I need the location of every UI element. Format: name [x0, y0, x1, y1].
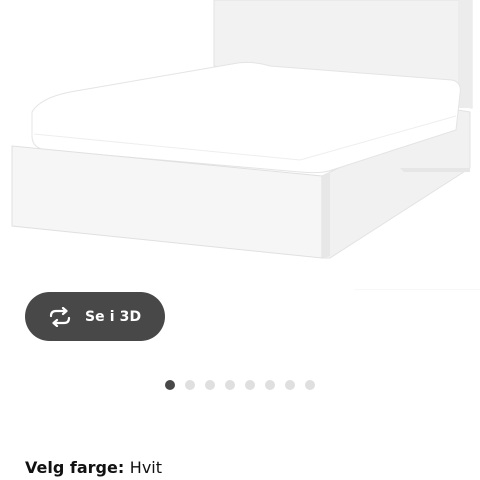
color-value: Hvit — [129, 458, 163, 477]
carousel-dot-7[interactable] — [285, 380, 295, 390]
carousel-dot-1[interactable] — [165, 380, 175, 390]
image-carousel-dots — [165, 380, 315, 390]
carousel-dot-5[interactable] — [245, 380, 255, 390]
color-label: Velg farge: — [25, 458, 130, 477]
rotate-arrows-icon — [47, 306, 73, 327]
product-page: Se i 3D Velg farge: Hvit — [0, 0, 480, 480]
carousel-dot-8[interactable] — [305, 380, 315, 390]
carousel-dot-3[interactable] — [205, 380, 215, 390]
color-selector: Velg farge: Hvit — [25, 458, 162, 477]
product-image[interactable] — [0, 0, 480, 290]
view-3d-label: Se i 3D — [85, 308, 142, 325]
carousel-dot-4[interactable] — [225, 380, 235, 390]
carousel-dot-6[interactable] — [265, 380, 275, 390]
carousel-dot-2[interactable] — [185, 380, 195, 390]
view-3d-button[interactable]: Se i 3D — [25, 292, 165, 341]
